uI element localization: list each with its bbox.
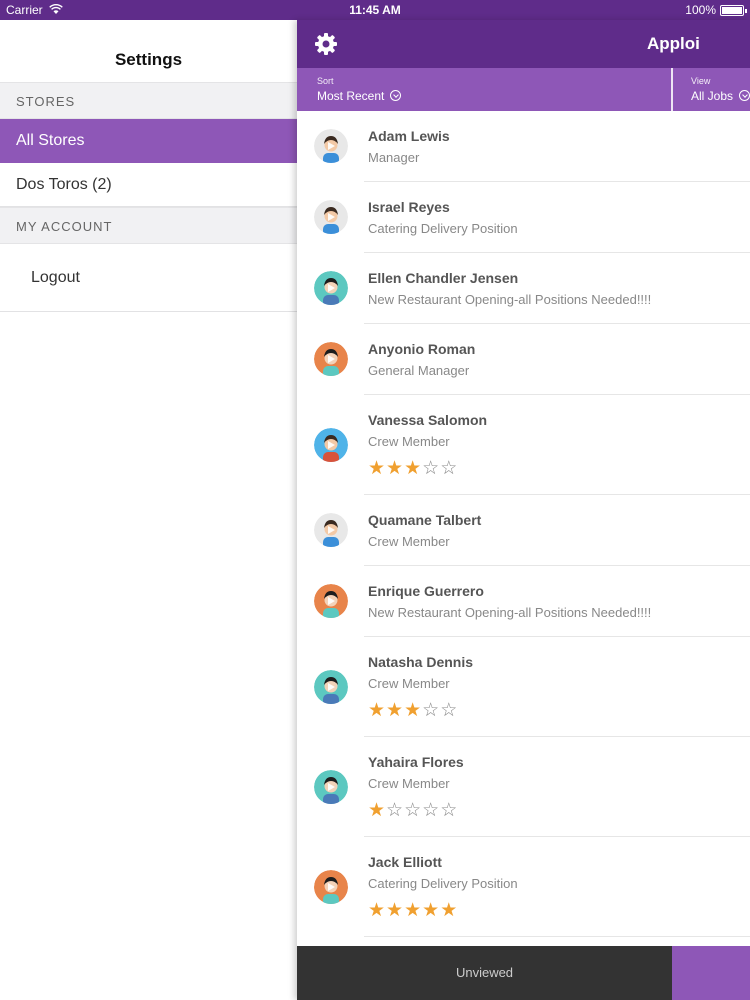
applicant-name: Jack Elliott <box>368 854 442 870</box>
view-value: All Jobs <box>691 89 734 103</box>
chevron-down-icon <box>390 90 402 101</box>
applicant-row[interactable]: Enrique Guerrero New Restaurant Opening-a… <box>314 566 750 637</box>
applicant-position: Catering Delivery Position <box>368 876 518 891</box>
store-item-all-stores[interactable]: All Stores <box>0 119 297 163</box>
sort-value: Most Recent <box>317 89 385 103</box>
applicant-row[interactable]: Ellen Chandler Jensen New Restaurant Open… <box>314 253 750 324</box>
star-filled-icon: ★ <box>404 900 423 921</box>
star-empty-icon: ☆ <box>440 700 459 721</box>
status-bar: Carrier 11:45 AM 100% <box>0 0 750 20</box>
applicant-name: Enrique Guerrero <box>368 583 484 599</box>
battery-percent: 100% <box>685 3 716 17</box>
applicant-row[interactable]: Anyonio Roman General Manager <box>314 324 750 395</box>
applicant-name: Anyonio Roman <box>368 341 476 357</box>
applicant-row[interactable]: Quamane Talbert Crew Member <box>314 495 750 566</box>
sort-label: Sort <box>317 76 334 86</box>
star-filled-icon: ★ <box>404 458 423 479</box>
avatar-icon <box>314 670 348 704</box>
settings-title: Settings <box>114 50 183 69</box>
applicant-row[interactable]: Yahaira Flores Crew Member ★☆☆☆☆ <box>314 737 750 837</box>
star-filled-icon: ★ <box>404 700 423 721</box>
bottom-tab-bar: Unviewed <box>297 946 750 1000</box>
applicant-position: Crew Member <box>368 534 450 549</box>
applicant-name: Vanessa Salomon <box>368 412 488 428</box>
chevron-down-icon <box>739 90 750 101</box>
avatar-icon <box>314 584 348 618</box>
star-filled-icon: ★ <box>422 900 441 921</box>
star-filled-icon: ★ <box>386 700 405 721</box>
view-label: View <box>691 76 711 86</box>
nav-bar: Apploi <box>297 20 750 68</box>
avatar-icon <box>314 342 348 376</box>
sort-dropdown[interactable]: Sort Most Recent <box>317 76 402 103</box>
star-filled-icon: ★ <box>368 800 387 821</box>
applicants-panel: Apploi Sort Most Recent View All Jobs Ad… <box>297 20 750 1000</box>
applicant-position: New Restaurant Opening-all Positions Nee… <box>368 605 652 620</box>
avatar-icon <box>314 770 348 804</box>
store-item-dos-toros[interactable]: Dos Toros (2) <box>0 163 297 207</box>
applicant-name: Ellen Chandler Jensen <box>368 270 519 286</box>
star-filled-icon: ★ <box>440 900 459 921</box>
star-empty-icon: ☆ <box>386 800 405 821</box>
applicant-position: Crew Member <box>368 676 450 691</box>
avatar-icon <box>314 870 348 904</box>
star-filled-icon: ★ <box>368 458 387 479</box>
gear-icon[interactable] <box>314 32 338 56</box>
applicant-row[interactable]: Jack Elliott Catering Delivery Position ★★… <box>314 837 750 937</box>
star-rating: ★★★★★ <box>368 899 750 922</box>
star-filled-icon: ★ <box>368 700 387 721</box>
star-empty-icon: ☆ <box>422 800 441 821</box>
applicant-position: Crew Member <box>368 434 450 449</box>
applicant-name: Adam Lewis <box>368 128 450 144</box>
applicant-position: Catering Delivery Position <box>368 221 518 236</box>
stores-section-header: STORES <box>0 82 297 119</box>
applicant-name: Quamane Talbert <box>368 512 482 528</box>
applicant-row[interactable]: Vanessa Salomon Crew Member ★★★☆☆ <box>314 395 750 495</box>
avatar-icon <box>314 200 348 234</box>
star-rating: ★☆☆☆☆ <box>368 799 750 822</box>
avatar-icon <box>314 513 348 547</box>
star-empty-icon: ☆ <box>404 800 423 821</box>
applicant-position: New Restaurant Opening-all Positions Nee… <box>368 292 652 307</box>
applicant-row[interactable]: Natasha Dennis Crew Member ★★★☆☆ <box>314 637 750 737</box>
applicant-name: Yahaira Flores <box>368 754 464 770</box>
my-account-section-header: MY ACCOUNT <box>0 207 297 244</box>
star-filled-icon: ★ <box>368 900 387 921</box>
avatar-icon <box>314 428 348 462</box>
star-rating: ★★★☆☆ <box>368 457 750 480</box>
view-dropdown[interactable]: View All Jobs <box>691 76 750 103</box>
star-rating: ★★★☆☆ <box>368 699 750 722</box>
star-empty-icon: ☆ <box>440 800 459 821</box>
star-empty-icon: ☆ <box>440 458 459 479</box>
clock: 11:45 AM <box>349 3 401 17</box>
battery-icon <box>720 5 747 16</box>
applicant-name: Israel Reyes <box>368 199 450 215</box>
filter-bar: Sort Most Recent View All Jobs <box>297 68 750 111</box>
star-filled-icon: ★ <box>386 458 405 479</box>
settings-panel: Settings STORES All Stores Dos Toros (2)… <box>0 20 297 1000</box>
applicant-name: Natasha Dennis <box>368 654 474 670</box>
applicant-position: Manager <box>368 150 420 165</box>
star-filled-icon: ★ <box>386 900 405 921</box>
applicant-list: Adam Lewis Manager Israel Reyes Catering De… <box>297 111 750 937</box>
star-empty-icon: ☆ <box>422 700 441 721</box>
applicant-row[interactable]: Israel Reyes Catering Delivery Position <box>314 182 750 253</box>
applicant-position: General Manager <box>368 363 470 378</box>
avatar-icon <box>314 271 348 305</box>
star-empty-icon: ☆ <box>422 458 441 479</box>
tab-secondary[interactable] <box>672 946 750 1000</box>
app-title: Apploi <box>647 34 700 53</box>
filter-divider <box>671 68 673 111</box>
applicant-row[interactable]: Adam Lewis Manager <box>314 111 750 182</box>
tab-unviewed[interactable]: Unviewed <box>297 946 672 1000</box>
logout-button[interactable]: Logout <box>0 244 297 312</box>
avatar-icon <box>314 129 348 163</box>
applicant-position: Crew Member <box>368 776 450 791</box>
